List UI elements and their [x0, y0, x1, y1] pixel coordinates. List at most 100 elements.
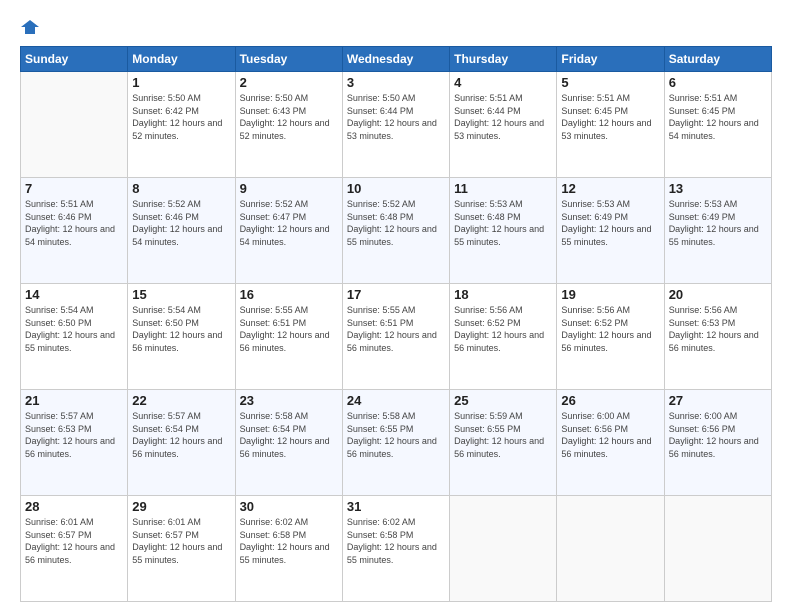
- day-info: Sunrise: 5:51 AM Sunset: 6:45 PM Dayligh…: [669, 92, 767, 142]
- sunrise-text: Sunrise: 6:02 AM: [347, 516, 445, 529]
- day-info: Sunrise: 5:53 AM Sunset: 6:49 PM Dayligh…: [561, 198, 659, 248]
- sunrise-text: Sunrise: 5:57 AM: [132, 410, 230, 423]
- sunrise-text: Sunrise: 5:56 AM: [561, 304, 659, 317]
- day-info: Sunrise: 6:00 AM Sunset: 6:56 PM Dayligh…: [561, 410, 659, 460]
- calendar-cell: 21 Sunrise: 5:57 AM Sunset: 6:53 PM Dayl…: [21, 390, 128, 496]
- daylight-text: Daylight: 12 hours and 54 minutes.: [669, 117, 767, 142]
- sunrise-text: Sunrise: 5:50 AM: [132, 92, 230, 105]
- sunrise-text: Sunrise: 5:56 AM: [454, 304, 552, 317]
- day-info: Sunrise: 5:50 AM Sunset: 6:44 PM Dayligh…: [347, 92, 445, 142]
- day-info: Sunrise: 5:57 AM Sunset: 6:54 PM Dayligh…: [132, 410, 230, 460]
- calendar-header-wednesday: Wednesday: [342, 47, 449, 72]
- daylight-text: Daylight: 12 hours and 56 minutes.: [132, 435, 230, 460]
- calendar-header-saturday: Saturday: [664, 47, 771, 72]
- daylight-text: Daylight: 12 hours and 56 minutes.: [132, 329, 230, 354]
- calendar-cell: [664, 496, 771, 602]
- calendar-cell: 15 Sunrise: 5:54 AM Sunset: 6:50 PM Dayl…: [128, 284, 235, 390]
- sunset-text: Sunset: 6:55 PM: [454, 423, 552, 436]
- calendar-header-thursday: Thursday: [450, 47, 557, 72]
- day-number: 21: [25, 393, 123, 408]
- calendar-cell: 1 Sunrise: 5:50 AM Sunset: 6:42 PM Dayli…: [128, 72, 235, 178]
- logo: [20, 18, 40, 36]
- daylight-text: Daylight: 12 hours and 55 minutes.: [347, 541, 445, 566]
- day-info: Sunrise: 5:51 AM Sunset: 6:44 PM Dayligh…: [454, 92, 552, 142]
- sunrise-text: Sunrise: 5:58 AM: [240, 410, 338, 423]
- daylight-text: Daylight: 12 hours and 56 minutes.: [25, 435, 123, 460]
- daylight-text: Daylight: 12 hours and 54 minutes.: [240, 223, 338, 248]
- sunrise-text: Sunrise: 5:54 AM: [25, 304, 123, 317]
- day-info: Sunrise: 6:02 AM Sunset: 6:58 PM Dayligh…: [240, 516, 338, 566]
- logo-bird-icon: [21, 18, 39, 36]
- sunrise-text: Sunrise: 5:55 AM: [240, 304, 338, 317]
- day-info: Sunrise: 5:53 AM Sunset: 6:49 PM Dayligh…: [669, 198, 767, 248]
- sunset-text: Sunset: 6:52 PM: [454, 317, 552, 330]
- sunrise-text: Sunrise: 5:53 AM: [669, 198, 767, 211]
- day-info: Sunrise: 5:51 AM Sunset: 6:46 PM Dayligh…: [25, 198, 123, 248]
- sunset-text: Sunset: 6:45 PM: [669, 105, 767, 118]
- daylight-text: Daylight: 12 hours and 54 minutes.: [25, 223, 123, 248]
- sunrise-text: Sunrise: 6:01 AM: [132, 516, 230, 529]
- day-number: 25: [454, 393, 552, 408]
- day-info: Sunrise: 5:52 AM Sunset: 6:46 PM Dayligh…: [132, 198, 230, 248]
- day-number: 22: [132, 393, 230, 408]
- day-info: Sunrise: 5:52 AM Sunset: 6:48 PM Dayligh…: [347, 198, 445, 248]
- calendar-week-1: 1 Sunrise: 5:50 AM Sunset: 6:42 PM Dayli…: [21, 72, 772, 178]
- day-number: 16: [240, 287, 338, 302]
- sunset-text: Sunset: 6:58 PM: [240, 529, 338, 542]
- day-number: 18: [454, 287, 552, 302]
- sunset-text: Sunset: 6:44 PM: [347, 105, 445, 118]
- sunset-text: Sunset: 6:52 PM: [561, 317, 659, 330]
- day-number: 28: [25, 499, 123, 514]
- sunrise-text: Sunrise: 5:52 AM: [240, 198, 338, 211]
- calendar-cell: 3 Sunrise: 5:50 AM Sunset: 6:44 PM Dayli…: [342, 72, 449, 178]
- day-number: 4: [454, 75, 552, 90]
- calendar-cell: 31 Sunrise: 6:02 AM Sunset: 6:58 PM Dayl…: [342, 496, 449, 602]
- sunset-text: Sunset: 6:47 PM: [240, 211, 338, 224]
- sunrise-text: Sunrise: 5:53 AM: [454, 198, 552, 211]
- calendar-cell: 20 Sunrise: 5:56 AM Sunset: 6:53 PM Dayl…: [664, 284, 771, 390]
- calendar-cell: [450, 496, 557, 602]
- day-info: Sunrise: 6:02 AM Sunset: 6:58 PM Dayligh…: [347, 516, 445, 566]
- daylight-text: Daylight: 12 hours and 56 minutes.: [240, 329, 338, 354]
- day-number: 19: [561, 287, 659, 302]
- calendar-cell: 28 Sunrise: 6:01 AM Sunset: 6:57 PM Dayl…: [21, 496, 128, 602]
- day-number: 2: [240, 75, 338, 90]
- day-number: 29: [132, 499, 230, 514]
- day-info: Sunrise: 5:52 AM Sunset: 6:47 PM Dayligh…: [240, 198, 338, 248]
- calendar-cell: 14 Sunrise: 5:54 AM Sunset: 6:50 PM Dayl…: [21, 284, 128, 390]
- day-number: 7: [25, 181, 123, 196]
- daylight-text: Daylight: 12 hours and 56 minutes.: [454, 435, 552, 460]
- sunrise-text: Sunrise: 6:00 AM: [669, 410, 767, 423]
- calendar-cell: 22 Sunrise: 5:57 AM Sunset: 6:54 PM Dayl…: [128, 390, 235, 496]
- sunrise-text: Sunrise: 5:58 AM: [347, 410, 445, 423]
- calendar-cell: 6 Sunrise: 5:51 AM Sunset: 6:45 PM Dayli…: [664, 72, 771, 178]
- daylight-text: Daylight: 12 hours and 56 minutes.: [347, 329, 445, 354]
- day-number: 8: [132, 181, 230, 196]
- day-number: 11: [454, 181, 552, 196]
- sunrise-text: Sunrise: 5:52 AM: [347, 198, 445, 211]
- daylight-text: Daylight: 12 hours and 55 minutes.: [132, 541, 230, 566]
- calendar-cell: 25 Sunrise: 5:59 AM Sunset: 6:55 PM Dayl…: [450, 390, 557, 496]
- daylight-text: Daylight: 12 hours and 53 minutes.: [561, 117, 659, 142]
- calendar-cell: 29 Sunrise: 6:01 AM Sunset: 6:57 PM Dayl…: [128, 496, 235, 602]
- calendar-cell: 27 Sunrise: 6:00 AM Sunset: 6:56 PM Dayl…: [664, 390, 771, 496]
- day-number: 24: [347, 393, 445, 408]
- calendar-cell: 17 Sunrise: 5:55 AM Sunset: 6:51 PM Dayl…: [342, 284, 449, 390]
- sunset-text: Sunset: 6:55 PM: [347, 423, 445, 436]
- sunset-text: Sunset: 6:49 PM: [669, 211, 767, 224]
- sunset-text: Sunset: 6:53 PM: [25, 423, 123, 436]
- daylight-text: Daylight: 12 hours and 55 minutes.: [454, 223, 552, 248]
- daylight-text: Daylight: 12 hours and 55 minutes.: [669, 223, 767, 248]
- sunrise-text: Sunrise: 5:50 AM: [240, 92, 338, 105]
- sunrise-text: Sunrise: 5:57 AM: [25, 410, 123, 423]
- day-number: 9: [240, 181, 338, 196]
- sunset-text: Sunset: 6:46 PM: [25, 211, 123, 224]
- sunset-text: Sunset: 6:48 PM: [347, 211, 445, 224]
- daylight-text: Daylight: 12 hours and 56 minutes.: [240, 435, 338, 460]
- day-number: 17: [347, 287, 445, 302]
- sunset-text: Sunset: 6:56 PM: [669, 423, 767, 436]
- day-info: Sunrise: 5:50 AM Sunset: 6:42 PM Dayligh…: [132, 92, 230, 142]
- sunset-text: Sunset: 6:56 PM: [561, 423, 659, 436]
- day-info: Sunrise: 5:55 AM Sunset: 6:51 PM Dayligh…: [347, 304, 445, 354]
- calendar-cell: 19 Sunrise: 5:56 AM Sunset: 6:52 PM Dayl…: [557, 284, 664, 390]
